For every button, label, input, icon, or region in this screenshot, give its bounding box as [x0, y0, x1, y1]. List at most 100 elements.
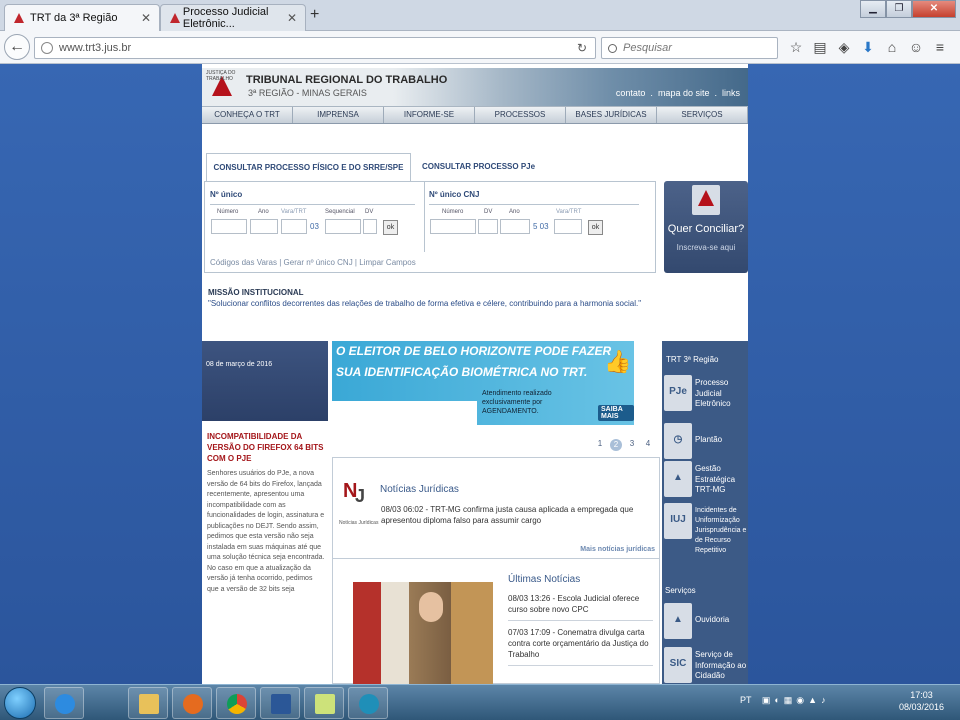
tray-icons[interactable]: ▣◐▦◉▲♪ [762, 695, 830, 705]
menu-imprensa[interactable]: IMPRENSA [293, 107, 384, 123]
link-limpar-campos[interactable]: Limpar Campos [359, 258, 415, 267]
tab-consultar-fisico[interactable]: CONSULTAR PROCESSO FÍSICO E DO SRRE/SPE [206, 153, 411, 181]
url-bar[interactable]: www.trt3.jus.br ↻ [34, 37, 596, 59]
tab-pje[interactable]: Processo Judicial Eletrônic... ✕ [160, 4, 306, 31]
ie-taskbar-button[interactable] [44, 687, 84, 719]
hello-icon[interactable]: ☺ [904, 39, 928, 56]
firefox-taskbar-button[interactable] [172, 687, 212, 719]
cnj-ok-button[interactable]: ok [588, 220, 603, 235]
sequencial-input[interactable] [325, 219, 361, 234]
menu-conheca[interactable]: CONHEÇA O TRT [202, 107, 293, 123]
justica-do-trabalho-logo-icon[interactable]: JUSTIÇA DO TRABALHO [206, 70, 238, 104]
site-subtitle: 3ª REGIÃO - MINAS GERAIS [248, 88, 367, 98]
word-taskbar-button[interactable] [260, 687, 300, 719]
banner-carousel[interactable]: O ELEITOR DE BELO HORIZONTE PODE FAZER S… [332, 341, 634, 425]
link-gerar-cnj[interactable]: Gerar nº único CNJ [284, 258, 353, 267]
notes-taskbar-button[interactable] [304, 687, 344, 719]
consulta-processo: CONSULTAR PROCESSO FÍSICO E DO SRRE/SPE … [204, 147, 748, 275]
ultimas-noticias: Últimas Notícias 08/03 13:26 - Escola Ju… [508, 574, 653, 672]
ano-input[interactable] [250, 219, 278, 234]
close-window-button[interactable]: ✕ [912, 0, 956, 18]
nj-caption: Notícias Jurídicas [339, 520, 379, 526]
numero-input[interactable] [211, 219, 247, 234]
page-1[interactable]: 1 [592, 439, 608, 451]
vara-input[interactable] [281, 219, 307, 234]
sidebar-item-plantao[interactable]: ◷ Plantão [662, 423, 748, 459]
conciliar-icon [692, 185, 720, 215]
carousel-line3: Atendimento realizado exclusivamente por… [482, 390, 552, 415]
bookmark-star-icon[interactable]: ☆ [784, 39, 808, 56]
pocket-icon[interactable]: ◈ [832, 39, 856, 56]
ie-icon [55, 694, 75, 714]
tab-close-icon[interactable]: ✕ [141, 11, 151, 25]
alert-body: Senhores usuários do PJe, a nova versão … [207, 470, 325, 593]
saiba-mais-button[interactable]: SAIBA MAIS [598, 405, 634, 421]
link-contato[interactable]: contato [616, 88, 646, 98]
app-taskbar-button[interactable] [348, 687, 388, 719]
clock-date: 08/03/2016 [898, 702, 944, 712]
folder-icon [139, 694, 159, 714]
maximize-button[interactable]: ❐ [886, 0, 912, 18]
download-icon[interactable]: ⬇ [856, 39, 880, 56]
sidebar-item-pje[interactable]: PJe Processo Judicial Eletrônico [662, 375, 748, 411]
news-item[interactable]: 07/03 17:09 - Conematra divulga carta co… [508, 627, 653, 666]
new-tab-plus-icon[interactable]: + [310, 6, 319, 24]
dv-input[interactable] [363, 219, 377, 234]
reload-icon[interactable]: ↻ [577, 41, 587, 55]
chrome-taskbar-button[interactable] [216, 687, 256, 719]
browser-tab-bar: TRT da 3ª Região ✕ Processo Judicial Ele… [0, 0, 960, 31]
alert-title[interactable]: INCOMPATIBILIDADE DA VERSÃO DO FIREFOX 6… [207, 431, 325, 464]
carousel-pagination: 1 2 3 4 [592, 439, 656, 451]
noticias-juridicas-title[interactable]: Notícias Jurídicas [380, 484, 459, 495]
page-4[interactable]: 4 [640, 439, 656, 451]
consulta-links: Códigos das Varas | Gerar nº único CNJ |… [210, 258, 416, 267]
news-photo[interactable] [353, 582, 493, 684]
sidebar-item-ouvidoria[interactable]: ▲ Ouvidoria [662, 603, 748, 639]
tab-close-icon[interactable]: ✕ [287, 11, 297, 25]
language-indicator[interactable]: PT [740, 695, 751, 705]
sidebar-item-label: Serviço de Informação ao Cidadão [695, 650, 747, 680]
search-icon [608, 43, 617, 53]
news-item[interactable]: 08/03 13:26 - Escola Judicial oferece cu… [508, 593, 653, 621]
date-box: 08 de março de 2016 [202, 341, 328, 421]
reading-list-icon[interactable]: ▤ [808, 39, 832, 56]
noticias-juridicas-icon[interactable] [343, 480, 369, 518]
site-title: TRIBUNAL REGIONAL DO TRABALHO [246, 74, 448, 86]
search-input[interactable]: Pesquisar [601, 37, 778, 59]
mais-noticias-link[interactable]: Mais notícias jurídicas [580, 546, 655, 553]
noticia-juridica-item[interactable]: 08/03 06:02 - TRT-MG confirma justa caus… [381, 504, 646, 526]
pje-icon: PJe [664, 375, 692, 411]
taskbar-clock[interactable]: 17:03 08/03/2016 [899, 689, 944, 713]
sidebar-item-sic[interactable]: SIC Serviço de Informação ao Cidadão [662, 647, 748, 683]
cnj-numero-input[interactable] [430, 219, 476, 234]
start-button-icon[interactable] [4, 687, 36, 719]
tab-trt[interactable]: TRT da 3ª Região ✕ [4, 4, 160, 31]
cnj-dv-input[interactable] [478, 219, 498, 234]
conciliar-box[interactable]: Quer Conciliar? Inscreva-se aqui [664, 181, 748, 273]
menu-informe-se[interactable]: INFORME-SE [384, 107, 475, 123]
menu-servicos[interactable]: SERVIÇOS [657, 107, 748, 123]
link-mapa-do-site[interactable]: mapa do site [658, 88, 710, 98]
menu-processos[interactable]: PROCESSOS [475, 107, 566, 123]
menu-icon[interactable]: ≡ [928, 39, 952, 56]
cnj-ano-input[interactable] [500, 219, 530, 234]
chrome-icon [227, 694, 247, 714]
explorer-taskbar-button[interactable] [128, 687, 168, 719]
cnj-vara-input[interactable] [554, 219, 582, 234]
sidebar-item-gestao[interactable]: ▲ Gestão Estratégica TRT-MG [662, 461, 748, 497]
back-arrow-icon[interactable]: ← [4, 34, 30, 60]
home-icon[interactable]: ⌂ [880, 39, 904, 56]
right-sidebar: TRT 3ª Região PJe Processo Judicial Elet… [662, 341, 748, 684]
page-2-current[interactable]: 2 [610, 439, 622, 451]
page-3[interactable]: 3 [624, 439, 640, 451]
ok-button[interactable]: ok [383, 220, 398, 235]
link-links[interactable]: links [722, 88, 740, 98]
menu-bases-juridicas[interactable]: BASES JURÍDICAS [566, 107, 657, 123]
tab-consultar-pje[interactable]: CONSULTAR PROCESSO PJe [422, 153, 535, 181]
ultimas-title: Últimas Notícias [508, 574, 581, 585]
minimize-button[interactable]: ▁ [860, 0, 886, 18]
link-codigos-varas[interactable]: Códigos das Varas [210, 258, 277, 267]
conciliar-title: Quer Conciliar? [667, 223, 745, 235]
main-menu: CONHEÇA O TRT IMPRENSA INFORME-SE PROCES… [202, 106, 748, 124]
sidebar-item-iuj[interactable]: IUJ Incidentes de Uniformização Jurispru… [662, 503, 748, 556]
